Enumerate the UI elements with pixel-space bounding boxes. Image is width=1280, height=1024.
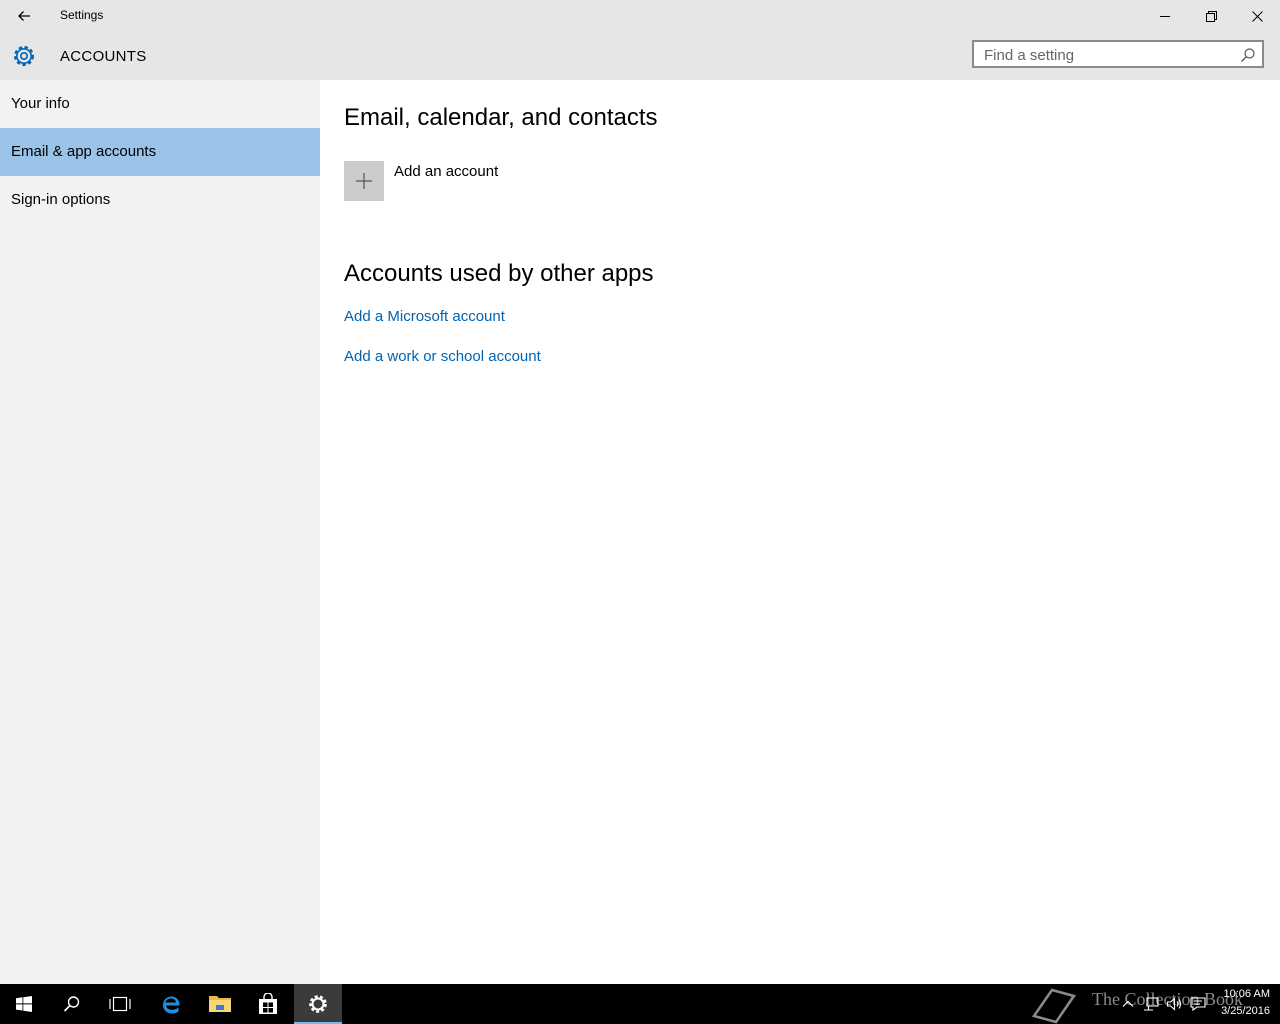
taskbar-edge[interactable] <box>148 984 196 1024</box>
sidebar-item-your-info[interactable]: Your info <box>0 80 320 128</box>
search-box[interactable] <box>972 40 1264 68</box>
main-content: Email, calendar, and contacts Add an acc… <box>320 80 1280 984</box>
taskbar-file-explorer[interactable] <box>196 984 244 1024</box>
clock-time[interactable]: 10:06 AM <box>1212 988 1270 1000</box>
add-account-label[interactable]: Add an account <box>394 163 498 180</box>
show-hidden-icons-icon[interactable] <box>1120 996 1136 1012</box>
search-icon[interactable] <box>1240 47 1256 63</box>
network-icon[interactable] <box>1143 996 1159 1012</box>
task-view-button[interactable] <box>96 984 144 1024</box>
action-center-icon[interactable] <box>1190 996 1206 1012</box>
title-bar: Settings <box>0 0 1280 32</box>
back-button[interactable] <box>0 0 48 32</box>
start-icon <box>16 996 32 1012</box>
add-microsoft-account-link[interactable]: Add a Microsoft account <box>344 308 505 325</box>
store-icon <box>259 993 277 1014</box>
close-button[interactable] <box>1234 0 1280 32</box>
file-explorer-icon <box>209 996 231 1012</box>
start-button[interactable] <box>0 984 48 1024</box>
edge-icon <box>163 996 180 1014</box>
task-view-icon <box>109 996 131 1012</box>
sidebar: Your info Email & app accounts Sign-in o… <box>0 80 320 984</box>
sidebar-item-sign-in-options[interactable]: Sign-in options <box>0 176 320 224</box>
taskbar-settings[interactable] <box>294 984 342 1024</box>
taskbar-search-button[interactable] <box>48 984 96 1024</box>
section-title: ACCOUNTS <box>60 48 147 65</box>
sidebar-item-email-app-accounts[interactable]: Email & app accounts <box>0 128 320 176</box>
restore-icon <box>1205 10 1217 22</box>
gear-icon <box>14 46 34 66</box>
search-icon <box>63 996 80 1012</box>
close-icon <box>1251 10 1263 22</box>
watermark: The Collection Book <box>1030 984 1243 1024</box>
search-input[interactable] <box>984 45 1234 65</box>
minimize-icon <box>1160 16 1170 17</box>
accounts-other-apps-heading: Accounts used by other apps <box>344 260 654 287</box>
back-arrow-icon <box>18 11 30 21</box>
taskbar-store[interactable] <box>244 984 292 1024</box>
volume-icon[interactable] <box>1166 996 1182 1012</box>
add-account-button[interactable] <box>344 161 384 201</box>
restore-button[interactable] <box>1188 0 1234 32</box>
settings-header: ACCOUNTS <box>0 32 1280 80</box>
plus-icon <box>356 173 372 189</box>
minimize-button[interactable] <box>1142 0 1188 32</box>
window-title: Settings <box>60 8 104 22</box>
email-calendar-contacts-heading: Email, calendar, and contacts <box>344 104 658 131</box>
clock-date[interactable]: 3/25/2016 <box>1212 1005 1270 1017</box>
taskbar: The Collection Book 10:06 AM 3/25/2016 <box>0 984 1280 1024</box>
book-icon <box>1031 988 1077 1024</box>
settings-gear-icon <box>309 995 327 1013</box>
add-work-school-account-link[interactable]: Add a work or school account <box>344 348 541 365</box>
